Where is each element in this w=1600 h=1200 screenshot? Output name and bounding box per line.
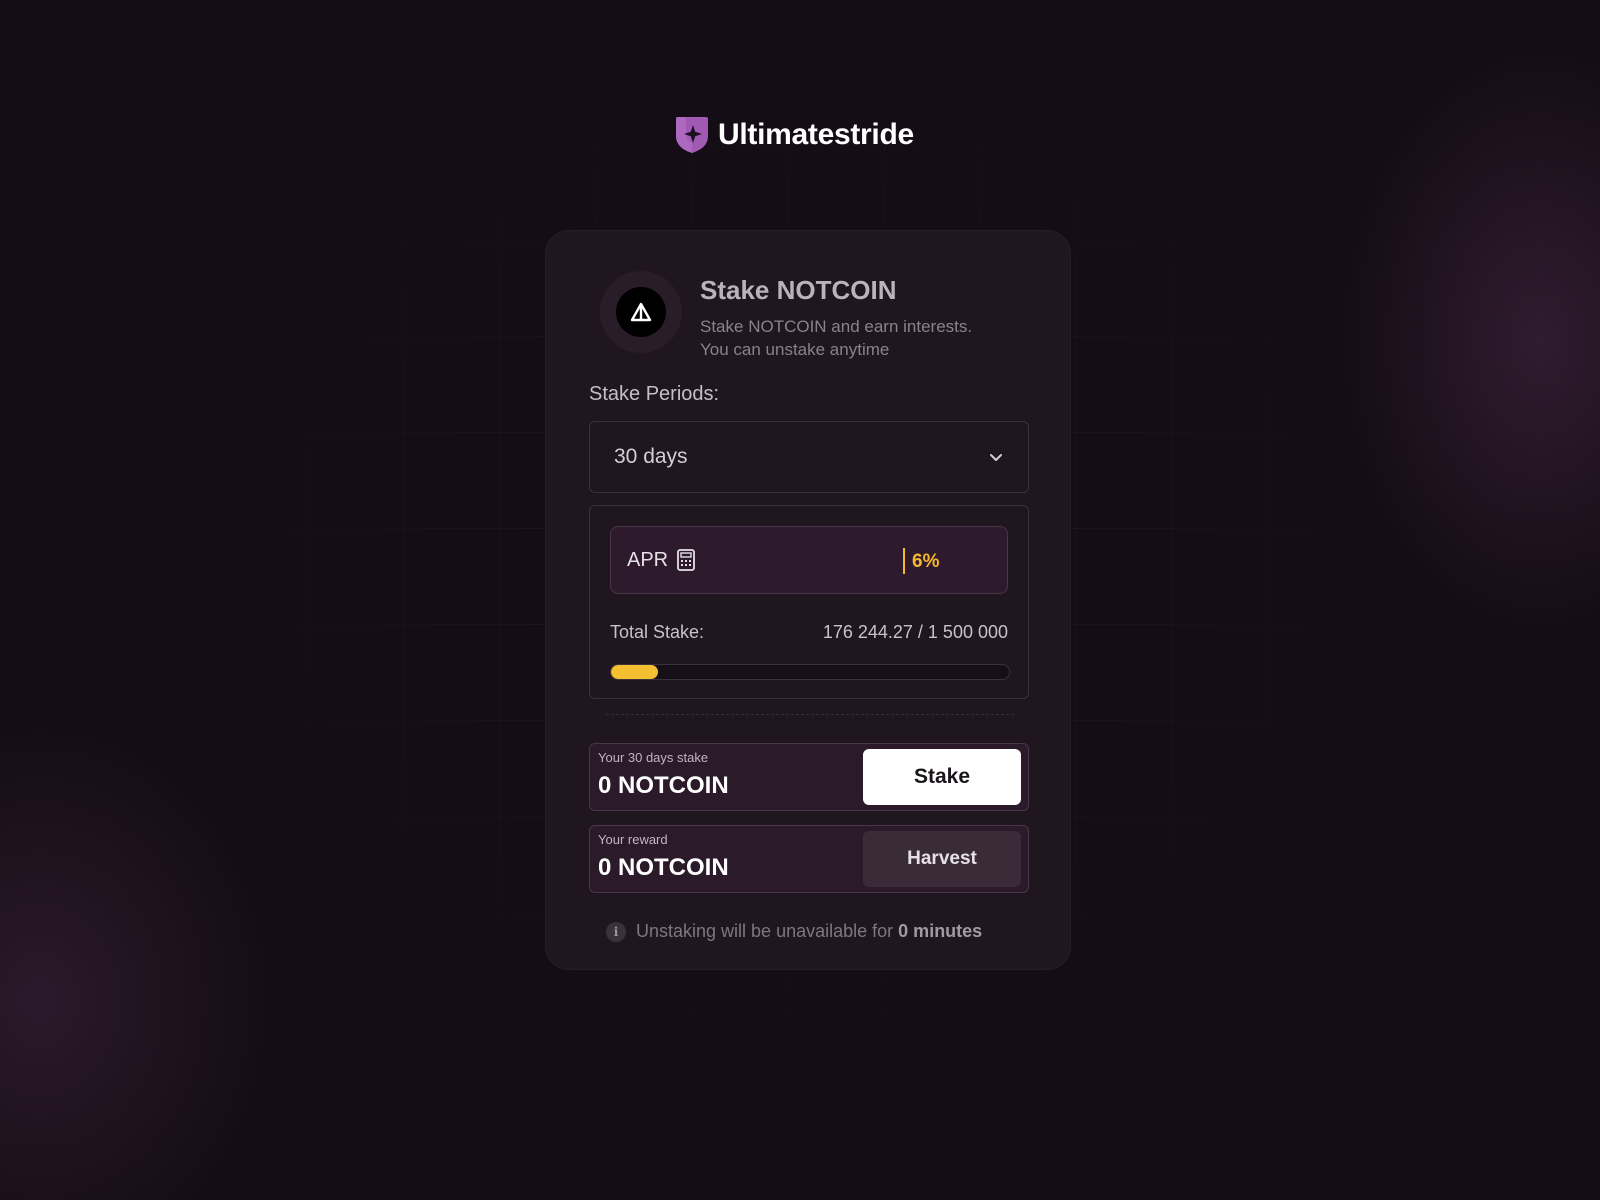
triangle-token-icon [630, 302, 652, 322]
apr-value: 6% [912, 551, 940, 572]
card-title: Stake NOTCOIN [700, 275, 897, 305]
token-avatar [600, 271, 682, 353]
total-stake-progress [610, 664, 1010, 680]
notice-message: Unstaking will be unavailable for [636, 921, 894, 941]
your-stake-amount: 0 NOTCOIN [598, 772, 729, 799]
stake-period-select[interactable]: 30 days [589, 421, 1029, 493]
info-icon: i [606, 921, 626, 942]
brand-header: Ultimatestride [674, 116, 914, 154]
shield-star-icon [676, 117, 708, 153]
total-stake-value: 176 244.27 / 1 500 000 [822, 622, 1008, 642]
card-subtitle: Stake NOTCOIN and earn interests. You ca… [700, 315, 1030, 361]
stake-info-panel: APR 6% Total Stake: 176 244.27 / 1 500 0… [589, 505, 1029, 699]
your-reward-label: Your reward [598, 832, 668, 847]
harvest-button[interactable]: Harvest [863, 831, 1021, 887]
your-stake-label: Your 30 days stake [598, 750, 709, 765]
apr-divider [903, 548, 905, 574]
your-reward-amount: 0 NOTCOIN [598, 854, 729, 881]
chevron-down-icon [990, 454, 1002, 461]
divider [606, 714, 1014, 715]
progress-fill [611, 665, 658, 679]
selected-period: 30 days [614, 445, 688, 468]
calculator-icon[interactable] [676, 549, 696, 571]
apr-label: APR [627, 549, 669, 571]
stake-card: Stake NOTCOIN Stake NOTCOIN and earn int… [545, 230, 1071, 970]
notice-duration: 0 minutes [898, 921, 983, 941]
stake-periods-label: Stake Periods: [589, 383, 720, 405]
apr-field[interactable]: APR 6% [610, 526, 1008, 594]
your-stake-row: Your 30 days stake 0 NOTCOIN Stake [589, 743, 1029, 811]
unstake-notice: i Unstaking will be unavailable for 0 mi… [606, 921, 1026, 942]
total-stake-label: Total Stake: [610, 622, 705, 642]
brand-name: Ultimatestride [718, 118, 914, 151]
your-reward-row: Your reward 0 NOTCOIN Harvest [589, 825, 1029, 893]
notice-text: Unstaking will be unavailable for 0 minu… [636, 921, 982, 942]
stake-button[interactable]: Stake [863, 749, 1021, 805]
subtitle-line-2: You can unstake anytime [700, 340, 890, 359]
token-circle [616, 287, 666, 337]
subtitle-line-1: Stake NOTCOIN and earn interests. [700, 317, 973, 336]
